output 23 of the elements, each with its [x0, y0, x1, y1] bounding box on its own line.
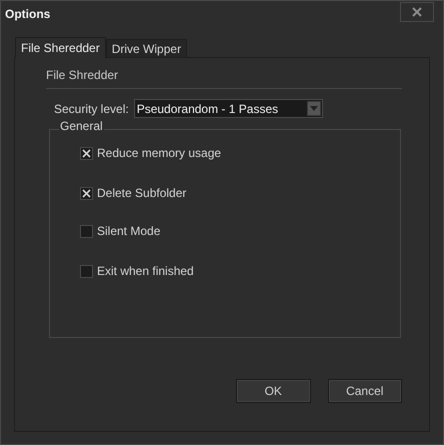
close-icon — [412, 7, 422, 17]
caret-icon — [310, 106, 318, 111]
field-label: Security level: — [54, 102, 129, 116]
checkbox-label: Exit when finished — [97, 264, 194, 278]
dropdown-button[interactable] — [306, 101, 321, 116]
group-title: General — [59, 119, 104, 133]
checkbox[interactable] — [80, 264, 93, 278]
dialog-button[interactable]: Cancel — [328, 379, 402, 403]
cross-icon — [82, 148, 91, 158]
checkbox[interactable] — [80, 186, 93, 200]
cross-icon — [82, 188, 91, 198]
checkbox-label: Reduce memory usage — [97, 146, 222, 160]
checkbox[interactable] — [80, 146, 93, 160]
checkbox-label: Silent Mode — [97, 224, 160, 238]
dialog-button[interactable]: OK — [236, 379, 310, 403]
tab[interactable]: File Sheredder — [15, 37, 106, 58]
tab[interactable]: Drive Wipper — [106, 39, 188, 57]
checkbox[interactable] — [80, 224, 93, 238]
section-heading: File Shredder — [46, 68, 402, 89]
close-button[interactable] — [400, 2, 434, 22]
window-title: Options — [5, 7, 50, 21]
checkbox-label: Delete Subfolder — [97, 186, 186, 200]
security-level-dropdown[interactable]: Pseudorandom - 1 Passes — [134, 99, 323, 118]
